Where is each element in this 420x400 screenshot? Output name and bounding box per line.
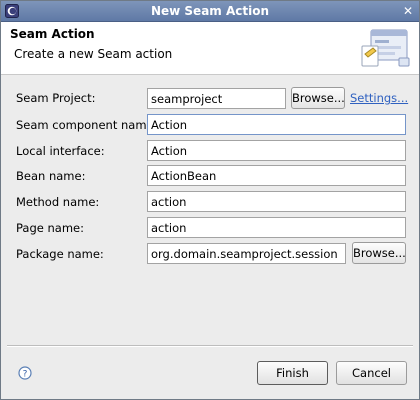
method-name-label: Method name:: [16, 195, 100, 209]
wizard-header: Seam Action Create a new Seam action: [1, 22, 419, 75]
finish-button[interactable]: Finish: [257, 361, 328, 385]
header-description: Create a new Seam action: [14, 47, 173, 61]
component-name-field[interactable]: Action: [147, 114, 406, 135]
component-name-label: Seam component name:: [16, 118, 158, 132]
header-title: Seam Action: [10, 27, 95, 41]
bean-name-label: Bean name:: [16, 169, 86, 183]
cancel-label: Cancel: [352, 366, 391, 380]
seam-project-field[interactable]: seamproject: [147, 88, 286, 109]
finish-label: Finish: [276, 366, 309, 380]
footer-separator: [7, 345, 413, 347]
cancel-button[interactable]: Cancel: [336, 361, 407, 385]
local-interface-label: Local interface:: [16, 144, 105, 158]
package-browse-button[interactable]: Browse...: [352, 242, 406, 264]
svg-text:?: ?: [23, 370, 28, 380]
close-icon[interactable]: ✕: [401, 4, 415, 18]
dialog-window: New Seam Action ✕ Seam Action Create a n…: [0, 0, 420, 400]
seam-project-label: Seam Project:: [16, 91, 96, 105]
title-bar[interactable]: New Seam Action ✕: [1, 1, 419, 22]
settings-link[interactable]: Settings...: [350, 91, 408, 105]
seam-project-browse-button[interactable]: Browse...: [291, 87, 345, 109]
local-interface-field[interactable]: Action: [147, 140, 406, 161]
wizard-banner-icon: [359, 24, 411, 72]
package-name-label: Package name:: [16, 247, 104, 261]
method-name-field[interactable]: action: [147, 191, 406, 212]
window-title: New Seam Action: [150, 4, 270, 18]
bean-name-field[interactable]: ActionBean: [147, 165, 406, 186]
help-icon[interactable]: ?: [18, 366, 32, 380]
page-name-field[interactable]: action: [147, 217, 406, 238]
page-name-label: Page name:: [16, 221, 84, 235]
package-name-field[interactable]: org.domain.seamproject.session: [147, 243, 346, 264]
